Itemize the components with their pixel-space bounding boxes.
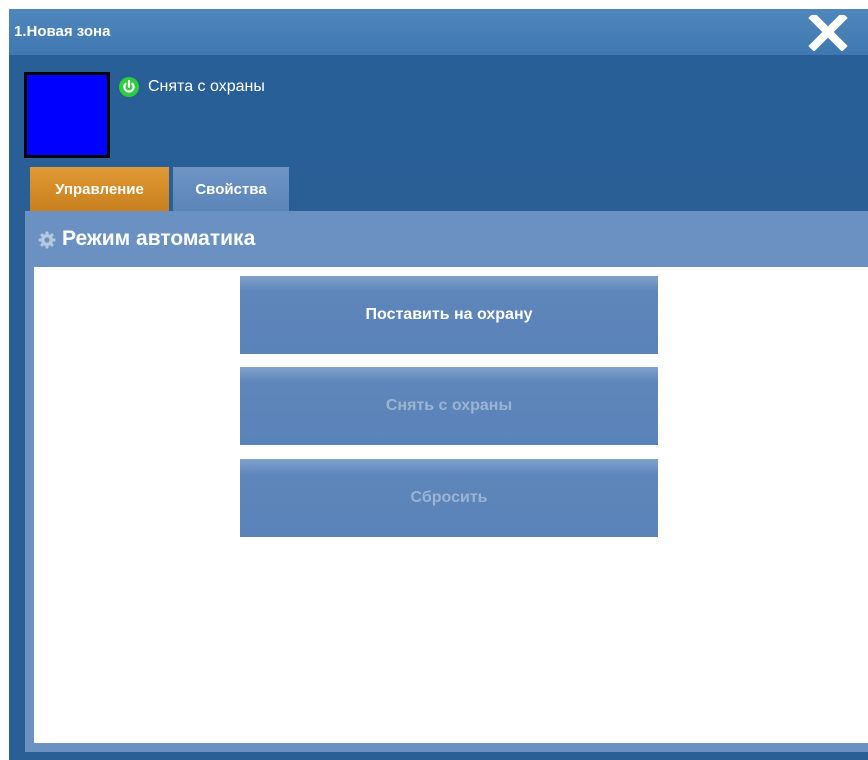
window-title: 1.Новая зона [14,23,111,40]
reset-button[interactable]: Сбросить [240,459,658,537]
zone-color-swatch [24,72,110,158]
zone-status: Снята с охраны [119,77,265,97]
power-icon [119,77,139,97]
gear-icon [38,231,56,249]
close-button[interactable] [806,12,850,52]
section-title: Режим автоматика [62,227,256,250]
tab-control[interactable]: Управление [30,167,169,211]
zone-header: Снята с охраны [9,55,868,166]
tab-properties[interactable]: Свойства [173,167,289,211]
disarm-button[interactable]: Снять с охраны [240,367,658,445]
status-text: Снята с охраны [148,78,265,95]
section-header: Режим автоматика [25,211,868,267]
actions-area: Поставить на охрану Снять с охраны Сброс… [34,267,868,743]
control-panel: Режим автоматика Поставить на охрану Сня… [25,211,868,752]
arm-button[interactable]: Поставить на охрану [240,276,658,354]
close-icon [808,12,848,52]
title-bar: 1.Новая зона [9,9,868,55]
zone-window: 1.Новая зона Снята с охраны Управление С… [9,9,868,760]
